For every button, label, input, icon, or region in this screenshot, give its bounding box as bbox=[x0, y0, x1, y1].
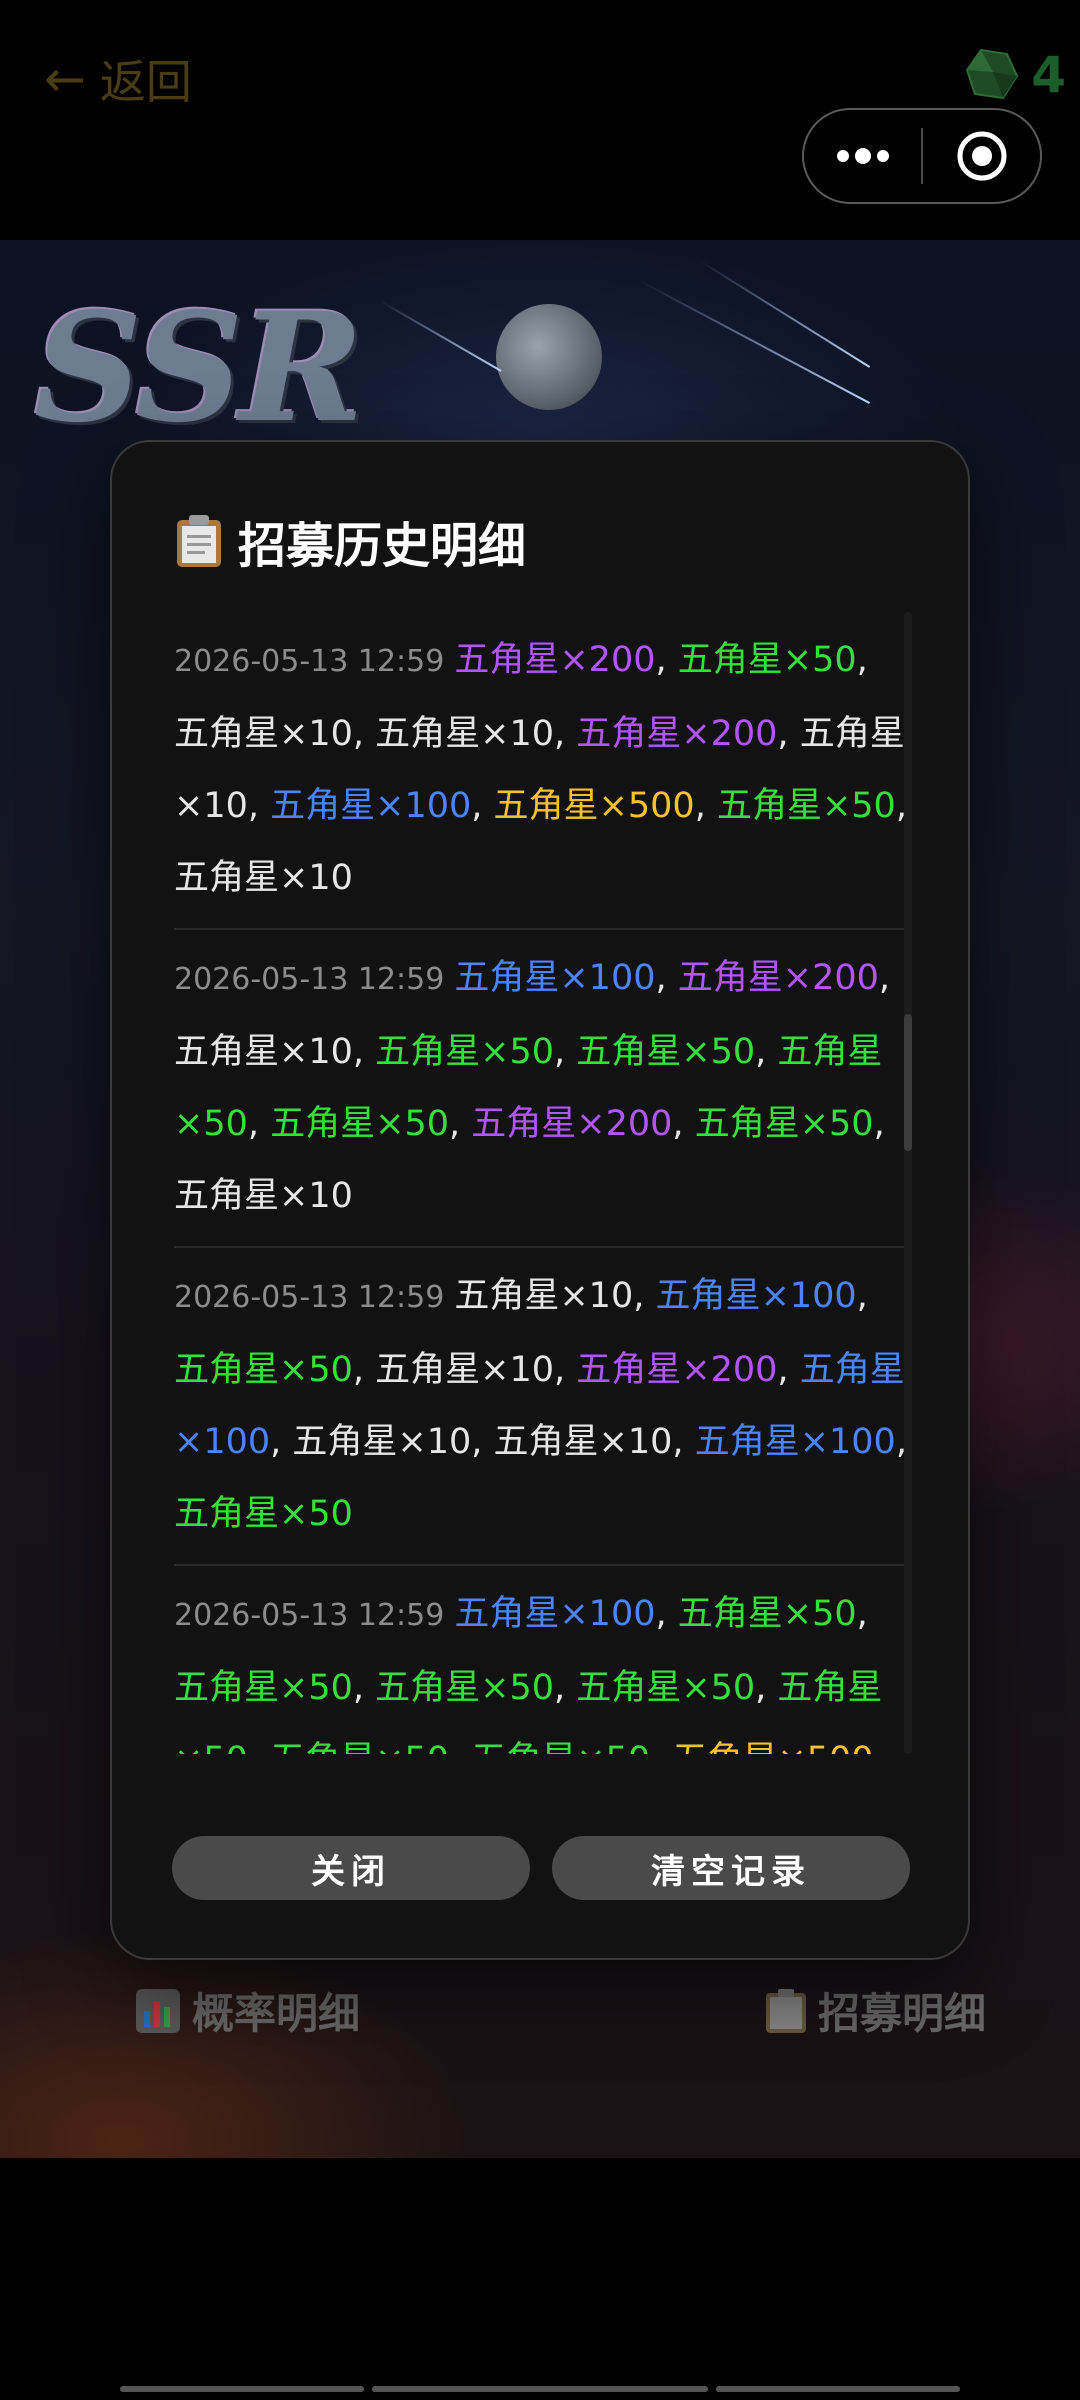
nav-bar-segment bbox=[120, 2386, 364, 2392]
reward-item: 五角星×200 bbox=[576, 1350, 778, 1390]
reward-item: 五角星×100 bbox=[454, 1594, 656, 1634]
reward-item: 五角星×50 bbox=[716, 786, 896, 826]
record-timestamp: 2026-05-13 12:59 bbox=[174, 1598, 445, 1633]
reward-item: 五角星×500 bbox=[672, 1740, 873, 1754]
reward-item: 五角星×50 bbox=[174, 1494, 353, 1534]
reward-item: 五角星×100 bbox=[270, 786, 472, 826]
reward-item: 五角星×10 bbox=[174, 858, 353, 898]
reward-item: 五角星×200 bbox=[576, 714, 778, 754]
reward-item: 五角星×50 bbox=[471, 1740, 650, 1754]
record-timestamp: 2026-05-13 12:59 bbox=[174, 1280, 445, 1315]
reward-item: 五角星×10 bbox=[454, 1276, 634, 1316]
reward-item: 五角星×10 bbox=[174, 1176, 353, 1216]
reward-item: 五角星×50 bbox=[375, 1668, 555, 1708]
meteor-streak bbox=[639, 280, 871, 404]
reward-item: 五角星×50 bbox=[677, 640, 857, 680]
reward-item: 五角星×50 bbox=[174, 1350, 353, 1390]
reward-item: 五角星×50 bbox=[694, 1104, 874, 1144]
exit-button[interactable] bbox=[923, 110, 1040, 202]
gem-count: 4 bbox=[1031, 46, 1066, 104]
history-list[interactable]: 2026-05-13 12:59 五角星×200, 五角星×50, 五角星×10,… bbox=[174, 612, 912, 1754]
target-circle-icon bbox=[957, 131, 1006, 181]
clipboard-icon bbox=[766, 1988, 806, 2033]
modal-title-text: 招募历史明细 bbox=[238, 518, 527, 574]
reward-item: 五角星×50 bbox=[375, 1032, 555, 1072]
recruit-detail-link[interactable]: 招募明细 bbox=[764, 1980, 986, 2041]
reward-item: 五角星×10 bbox=[174, 714, 353, 754]
reward-item: 五角星×10 bbox=[174, 1032, 353, 1072]
meteor-streak bbox=[699, 260, 871, 368]
more-dots-icon bbox=[836, 148, 889, 164]
page: ← 返回 4 SSR 概率明细 招募明细 招募历史明细 2026-05-13 1… bbox=[0, 0, 1080, 2400]
nav-bar-segment bbox=[372, 2386, 708, 2392]
reward-item: 五角星×10 bbox=[375, 714, 555, 754]
reward-item: 五角星×200 bbox=[677, 958, 879, 998]
reward-item: 五角星×50 bbox=[174, 1668, 353, 1708]
scrollbar-track[interactable] bbox=[904, 612, 912, 1754]
miniprogram-capsule bbox=[802, 108, 1042, 204]
top-bar: ← 返回 4 bbox=[0, 0, 1080, 240]
ssr-logo: SSR bbox=[34, 280, 364, 456]
record-timestamp: 2026-05-13 12:59 bbox=[174, 962, 445, 997]
recruit-history-modal: 招募历史明细 2026-05-13 12:59 五角星×200, 五角星×50, … bbox=[110, 440, 970, 1960]
history-record: 2026-05-13 12:59 五角星×100, 五角星×50, 五角星×50,… bbox=[174, 1566, 910, 1754]
bar-chart-icon bbox=[136, 1988, 180, 2033]
back-button[interactable]: ← 返回 bbox=[44, 44, 192, 114]
meteor-streak bbox=[379, 300, 502, 372]
nav-bar-segment bbox=[716, 2386, 960, 2392]
more-button[interactable] bbox=[804, 110, 921, 202]
reward-item: 五角星×200 bbox=[454, 640, 656, 680]
back-arrow-icon: ← bbox=[44, 50, 86, 108]
reward-item: 五角星×10 bbox=[493, 1422, 673, 1462]
green-gem-icon bbox=[966, 48, 1019, 100]
probability-detail-label: 概率明细 bbox=[192, 1989, 361, 2038]
reward-item: 五角星×100 bbox=[454, 958, 656, 998]
close-button[interactable]: 关闭 bbox=[172, 1836, 530, 1900]
reward-item: 五角星×100 bbox=[655, 1276, 857, 1316]
reward-item: 五角星×50 bbox=[576, 1032, 756, 1072]
modal-title: 招募历史明细 bbox=[174, 506, 526, 576]
reward-item: 五角星×500 bbox=[493, 786, 695, 826]
reward-item: 五角星×50 bbox=[677, 1594, 857, 1634]
recruit-detail-label: 招募明细 bbox=[818, 1989, 987, 2038]
reward-item: 五角星×50 bbox=[576, 1668, 756, 1708]
reward-item: 五角星×10 bbox=[292, 1422, 472, 1462]
clear-records-button[interactable]: 清空记录 bbox=[552, 1836, 910, 1900]
history-record: 2026-05-13 12:59 五角星×100, 五角星×200, 五角星×10… bbox=[174, 930, 910, 1248]
history-record: 2026-05-13 12:59 五角星×10, 五角星×100, 五角星×50,… bbox=[174, 1248, 910, 1566]
bottom-links: 概率明细 招募明细 bbox=[0, 1960, 1080, 2060]
reward-item: 五角星×10 bbox=[375, 1350, 555, 1390]
reward-item: 五角星×100 bbox=[694, 1422, 896, 1462]
scrollbar-thumb[interactable] bbox=[904, 1014, 912, 1151]
probability-detail-link[interactable]: 概率明细 bbox=[134, 1980, 360, 2041]
history-record: 2026-05-13 12:59 五角星×200, 五角星×50, 五角星×10,… bbox=[174, 612, 910, 930]
record-timestamp: 2026-05-13 12:59 bbox=[174, 644, 445, 679]
clipboard-icon bbox=[177, 515, 221, 567]
gem-counter: 4 bbox=[963, 40, 1066, 110]
reward-item: 五角星×200 bbox=[471, 1104, 673, 1144]
reward-item: 五角星×50 bbox=[270, 1104, 450, 1144]
reward-item: 五角星×50 bbox=[270, 1740, 449, 1754]
moon-image bbox=[496, 304, 602, 410]
back-label: 返回 bbox=[99, 55, 192, 109]
